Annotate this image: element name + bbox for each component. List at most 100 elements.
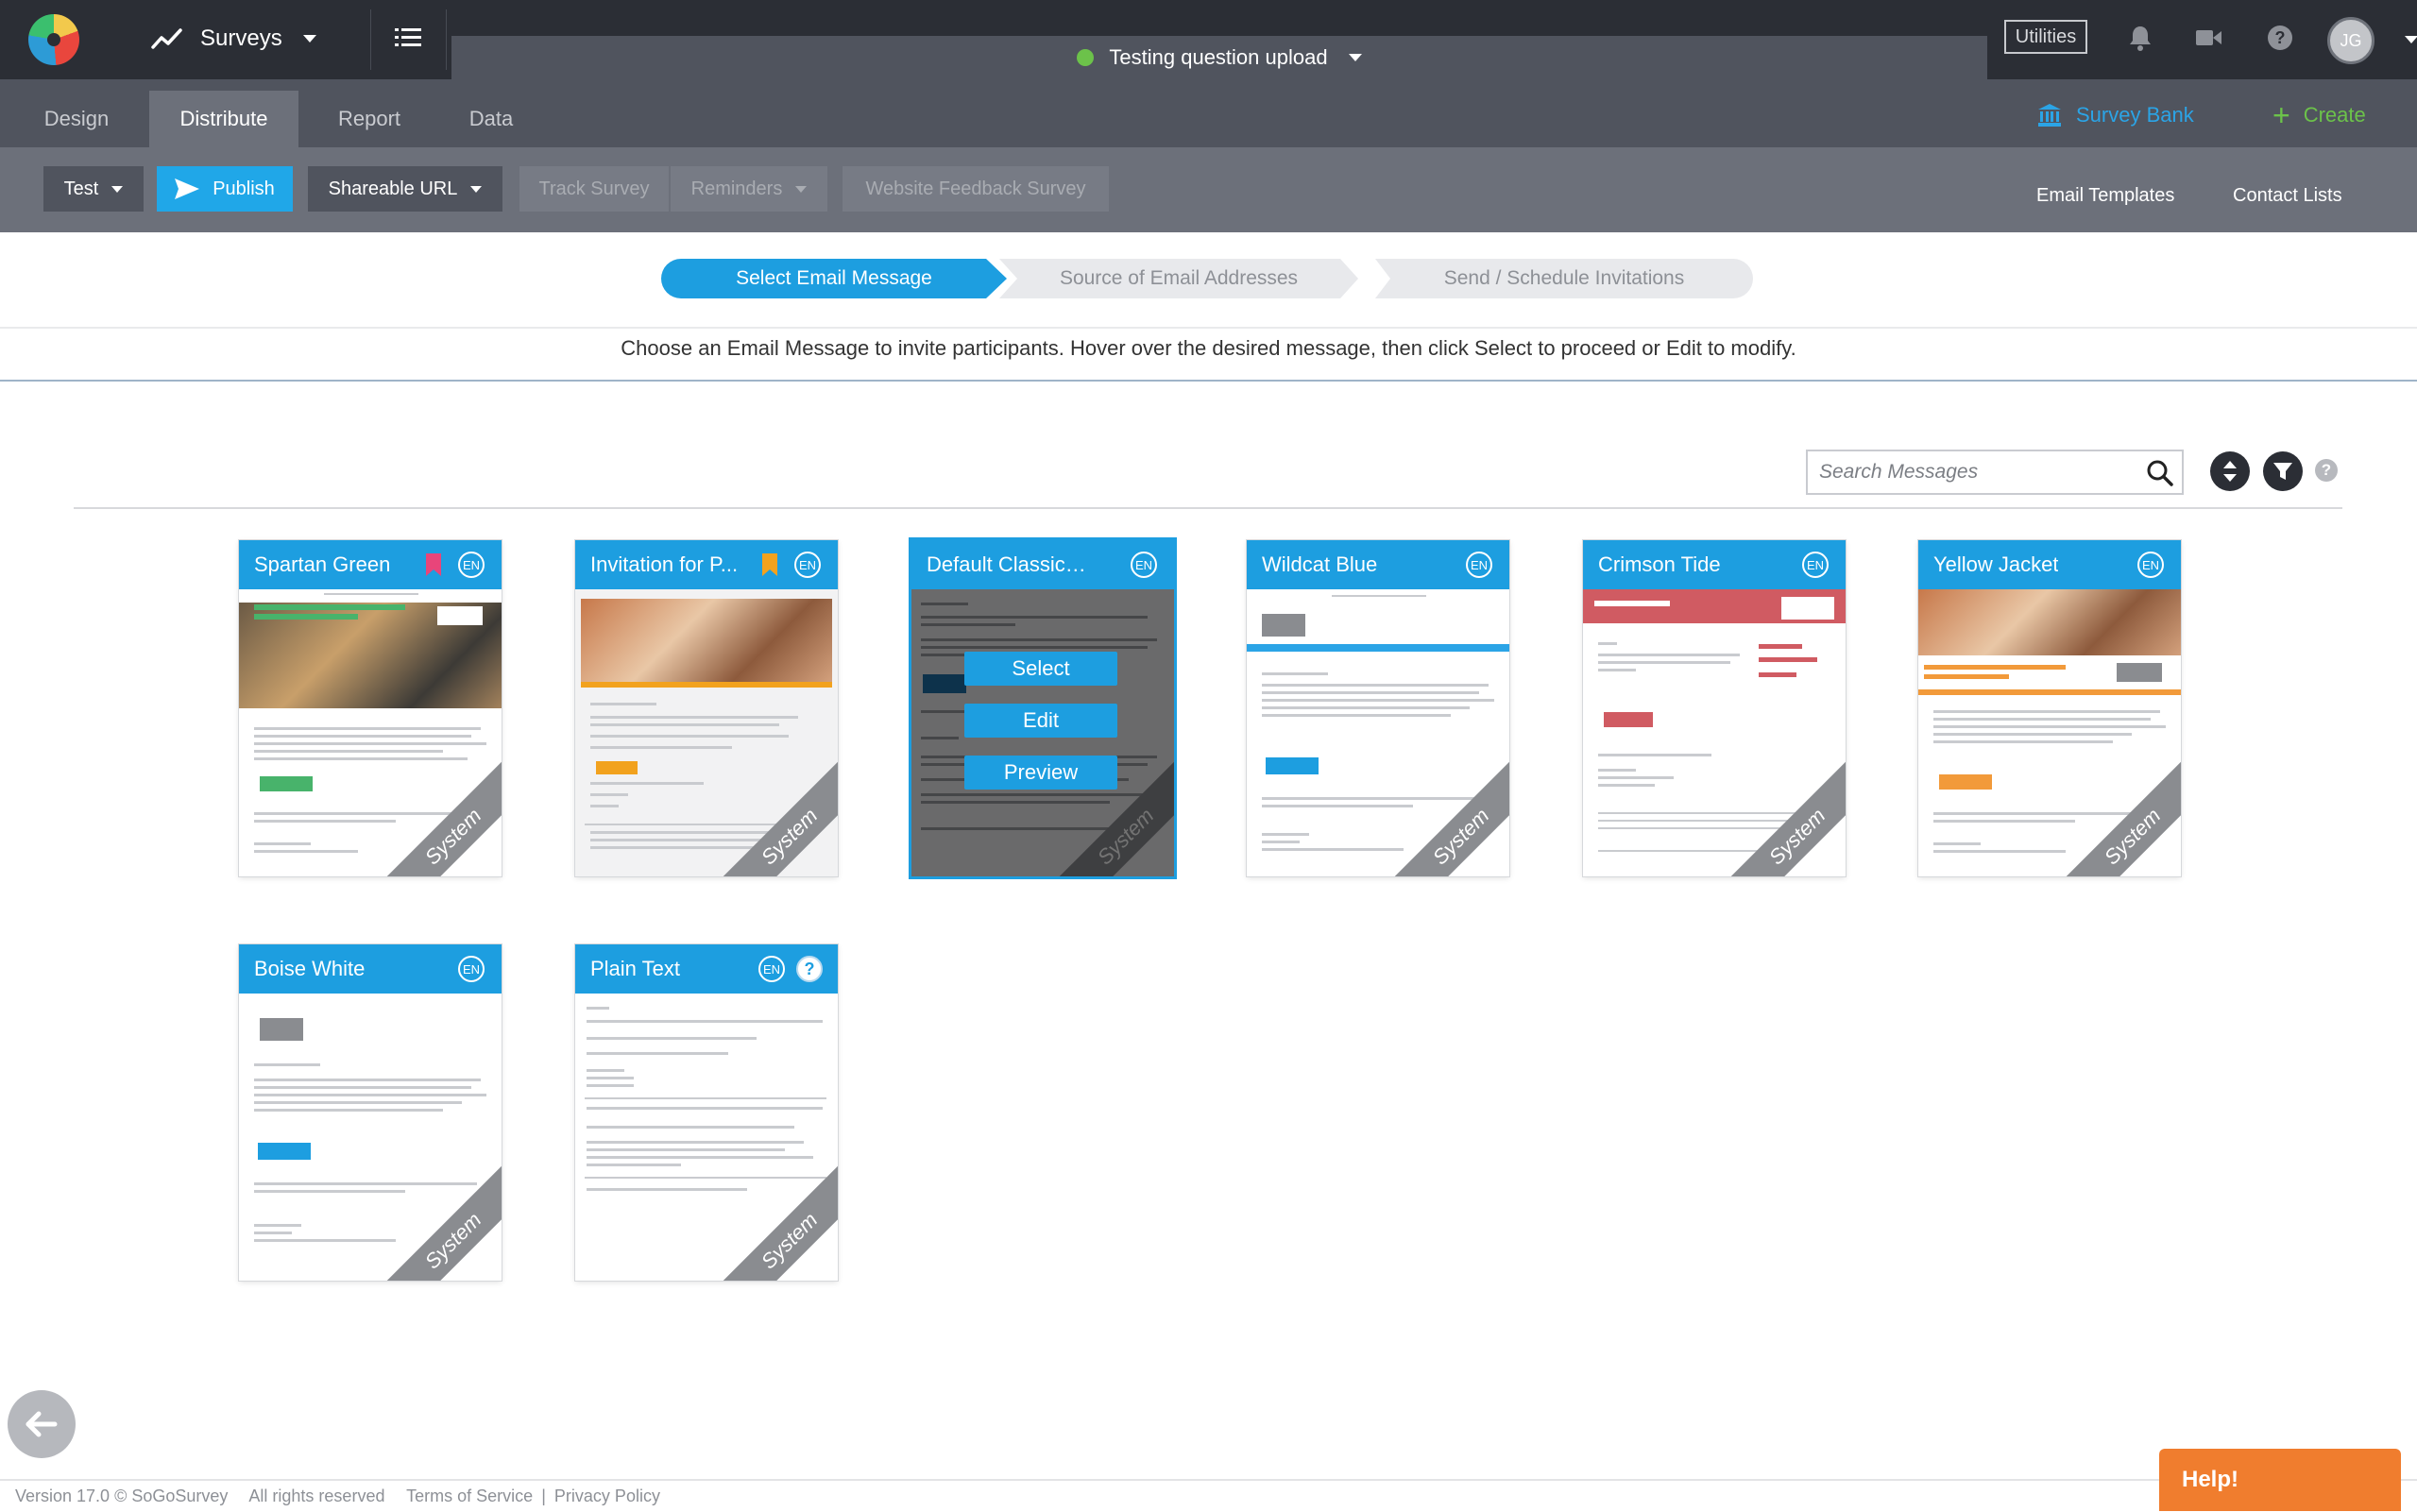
help-widget-button[interactable]: Help! <box>2159 1449 2401 1511</box>
divider <box>0 327 2417 329</box>
back-button[interactable] <box>8 1390 76 1458</box>
help-icon[interactable]: ? <box>2315 459 2338 482</box>
test-dropdown[interactable]: Test <box>43 166 144 212</box>
template-title: Boise White <box>254 957 366 980</box>
step-label: Source of Email Addresses <box>1059 267 1299 289</box>
trend-icon <box>151 28 182 49</box>
select-button[interactable]: Select <box>964 652 1117 686</box>
test-label: Test <box>63 178 99 199</box>
utilities-button[interactable]: Utilities <box>2004 20 2087 54</box>
svg-text:?: ? <box>2275 28 2286 47</box>
template-title: Wildcat Blue <box>1262 552 1378 576</box>
tab-data[interactable]: Data <box>440 91 542 147</box>
tab-bar: Design Distribute Report Data Survey Ban… <box>0 79 2417 147</box>
create-button[interactable]: + Create <box>2272 96 2366 134</box>
bookmark-icon[interactable] <box>426 553 441 576</box>
avatar[interactable]: JG <box>2327 17 2374 64</box>
tab-distribute[interactable]: Distribute <box>149 91 298 147</box>
system-badge: System <box>2055 759 2181 876</box>
instructions-text: Choose an Email Message to invite partic… <box>621 336 1796 360</box>
status-dot-icon <box>1077 49 1095 66</box>
template-card[interactable]: Wildcat Blue EN System <box>1247 540 1509 876</box>
publish-label: Publish <box>213 178 275 199</box>
sort-icon <box>2223 461 2237 482</box>
system-badge: System <box>376 759 502 876</box>
website-feedback-survey-button[interactable]: Website Feedback Survey <box>843 166 1109 212</box>
step-select-email[interactable]: Select Email Message <box>661 259 1007 298</box>
logo-icon[interactable] <box>28 14 79 65</box>
reminders-dropdown[interactable]: Reminders <box>671 166 827 212</box>
divider <box>0 1479 2417 1481</box>
template-title: Yellow Jacket <box>1933 552 2059 576</box>
footer: Version 17.0 © SoGoSurvey All rights res… <box>15 1487 677 1506</box>
survey-bank-label: Survey Bank <box>2076 103 2194 127</box>
chevron-down-icon <box>111 185 124 193</box>
filter-button[interactable] <box>2263 451 2303 491</box>
tab-report[interactable]: Report <box>312 91 427 147</box>
step-source-addresses[interactable]: Source of Email Addresses <box>999 259 1358 298</box>
bookmark-icon[interactable] <box>762 553 777 576</box>
info-icon[interactable]: ? <box>796 956 823 982</box>
video-icon[interactable] <box>2193 23 2223 53</box>
search-icon[interactable] <box>2146 459 2174 487</box>
create-label: Create <box>2303 103 2366 127</box>
template-card[interactable]: Plain Text EN ? System <box>575 944 838 1281</box>
reminders-label: Reminders <box>690 178 783 199</box>
publish-button[interactable]: Publish <box>157 166 293 212</box>
email-templates-link[interactable]: Email Templates <box>2036 185 2174 207</box>
template-title: Plain Text <box>590 957 680 980</box>
bank-icon <box>2038 104 2061 127</box>
template-card[interactable]: Boise White EN System <box>239 944 502 1281</box>
preview-button[interactable]: Preview <box>964 756 1117 790</box>
project-selector[interactable]: Testing question upload <box>451 36 1987 79</box>
project-title: Testing question upload <box>1109 45 1328 69</box>
sort-button[interactable] <box>2210 451 2250 491</box>
system-badge: System <box>712 759 838 876</box>
shareable-url-label: Shareable URL <box>328 178 458 199</box>
card-header: Wildcat Blue EN <box>1247 540 1509 589</box>
template-card[interactable]: Invitation for P... EN System <box>575 540 838 876</box>
plus-icon: + <box>2272 98 2290 132</box>
surveys-menu[interactable]: Surveys <box>151 17 316 60</box>
card-header: Crimson Tide EN <box>1583 540 1846 589</box>
chevron-down-icon <box>302 35 316 42</box>
tab-design[interactable]: Design <box>19 91 134 147</box>
top-bar: Surveys Testing question upload Utilitie… <box>0 0 2417 79</box>
card-header: Spartan Green EN <box>239 540 502 589</box>
chevron-down-icon <box>795 185 808 193</box>
privacy-link[interactable]: Privacy Policy <box>554 1487 660 1505</box>
chevron-down-icon <box>1348 54 1362 61</box>
help-icon[interactable]: ? <box>2265 23 2295 53</box>
template-card[interactable]: Crimson Tide EN System <box>1583 540 1846 876</box>
language-badge: EN <box>458 956 485 982</box>
card-header: Yellow Jacket EN <box>1918 540 2181 589</box>
shareable-url-dropdown[interactable]: Shareable URL <box>308 166 502 212</box>
card-header: Default Classic Sy... EN <box>911 540 1174 589</box>
language-badge: EN <box>1131 552 1157 578</box>
card-header: Plain Text EN ? <box>575 944 838 994</box>
edit-button[interactable]: Edit <box>964 704 1117 738</box>
contact-lists-link[interactable]: Contact Lists <box>2233 185 2342 207</box>
search-messages-box <box>1806 450 2184 495</box>
template-card[interactable]: Yellow Jacket EN System <box>1918 540 2181 876</box>
template-title: Crimson Tide <box>1598 552 1721 576</box>
template-card[interactable]: Default Classic Sy... EN System Select E… <box>911 540 1174 876</box>
step-send-schedule[interactable]: Send / Schedule Invitations <box>1375 259 1753 298</box>
track-survey-button[interactable]: Track Survey <box>519 166 669 212</box>
bell-icon[interactable] <box>2125 23 2155 53</box>
template-card[interactable]: Spartan Green EN System <box>239 540 502 876</box>
footer-separator: | <box>541 1487 546 1505</box>
template-title: Spartan Green <box>254 552 391 576</box>
terms-link[interactable]: Terms of Service <box>406 1487 533 1505</box>
divider <box>74 507 2342 509</box>
system-badge: System <box>1384 759 1509 876</box>
list-icon[interactable] <box>395 26 421 49</box>
survey-bank-link[interactable]: Survey Bank <box>2036 96 2194 134</box>
step-label: Send / Schedule Invitations <box>1443 267 1685 289</box>
rights-text: All rights reserved <box>248 1487 385 1505</box>
search-input[interactable] <box>1808 451 2148 493</box>
card-header: Boise White EN <box>239 944 502 994</box>
chevron-down-icon <box>470 185 483 193</box>
filter-icon <box>2273 463 2292 480</box>
chevron-down-icon[interactable] <box>2405 36 2417 43</box>
